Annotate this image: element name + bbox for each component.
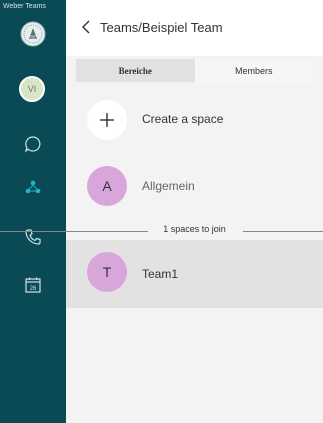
breadcrumb: Teams/Beispiel Team xyxy=(100,20,223,35)
create-space-row[interactable]: Create a space xyxy=(66,98,323,142)
chat-icon[interactable] xyxy=(22,133,44,155)
tab-members[interactable]: Members xyxy=(194,59,313,82)
create-space-label: Create a space xyxy=(142,112,224,126)
teams-icon[interactable] xyxy=(22,176,44,198)
divider-label: 1 spaces to join xyxy=(160,224,229,234)
tab-bereiche[interactable]: Bereiche xyxy=(76,59,195,82)
app-title: Weber Teams xyxy=(3,3,46,10)
back-chevron-icon[interactable] xyxy=(78,16,94,38)
tab-bar: Bereiche Members xyxy=(76,59,313,82)
team-name: Team1 xyxy=(142,267,179,281)
team-avatar: T xyxy=(87,252,127,292)
phone-icon[interactable] xyxy=(22,226,44,248)
main-panel: Teams/Beispiel Team Bereiche Members Cre… xyxy=(0,0,323,423)
space-item[interactable]: A Allgemein xyxy=(66,166,323,210)
seal-logo xyxy=(20,21,46,47)
join-divider: 1 spaces to join xyxy=(0,224,323,238)
calendar-icon[interactable]: 26 xyxy=(22,274,44,296)
header: Teams/Beispiel Team Bereiche Members xyxy=(66,0,323,82)
joinable-team-row[interactable]: T Team1 xyxy=(66,240,323,308)
space-name: Allgemein xyxy=(142,179,195,193)
space-avatar: A xyxy=(87,166,127,206)
sidebar: Weber Teams VI 26 xyxy=(0,0,66,423)
plus-icon[interactable] xyxy=(87,100,127,140)
calendar-day: 26 xyxy=(30,286,37,292)
user-avatar[interactable]: VI xyxy=(19,76,45,102)
